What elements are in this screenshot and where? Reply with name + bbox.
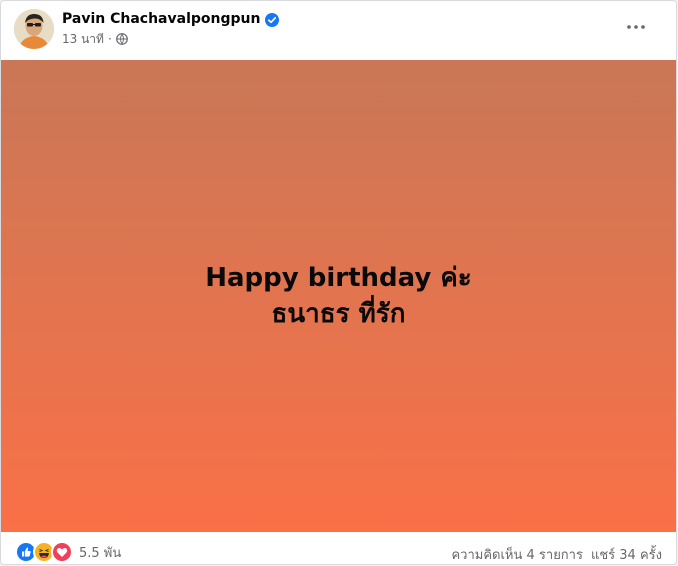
verified-badge-icon bbox=[265, 12, 280, 27]
post-header: Pavin Chachavalpongpun 13 นาที · bbox=[1, 1, 676, 61]
avatar-image bbox=[14, 9, 54, 49]
more-options-icon bbox=[627, 25, 645, 29]
more-options-button[interactable] bbox=[618, 13, 654, 41]
post-meta: 13 นาที · bbox=[62, 31, 128, 47]
author-name[interactable]: Pavin Chachavalpongpun bbox=[62, 11, 260, 27]
post-text: Happy birthday ค่ะ ธนาธร ที่รัก bbox=[205, 260, 472, 332]
reaction-count: 5.5 พัน bbox=[79, 545, 122, 561]
author-line: Pavin Chachavalpongpun bbox=[62, 9, 280, 29]
love-icon bbox=[51, 541, 73, 563]
comments-count[interactable]: ความคิดเห็น 4 รายการ bbox=[451, 544, 583, 564]
author-avatar[interactable] bbox=[14, 9, 54, 49]
meta-separator: · bbox=[107, 32, 112, 46]
post-time[interactable]: 13 นาที bbox=[62, 30, 104, 49]
post-card: Pavin Chachavalpongpun 13 นาที · Happy b… bbox=[0, 0, 677, 565]
post-background[interactable]: Happy birthday ค่ะ ธนาธร ที่รัก bbox=[1, 60, 676, 532]
globe-icon[interactable] bbox=[115, 33, 128, 45]
shares-count[interactable]: แชร์ 34 ครั้ง bbox=[591, 544, 662, 564]
post-footer: 5.5 พัน ความคิดเห็น 4 รายการ แชร์ 34 ครั… bbox=[1, 532, 676, 564]
post-text-line-1: Happy birthday ค่ะ bbox=[205, 263, 472, 293]
post-text-line-2: ธนาธร ที่รัก bbox=[271, 299, 406, 329]
reactions-summary[interactable]: 5.5 พัน bbox=[15, 541, 122, 563]
reaction-icons bbox=[15, 541, 73, 563]
post-stats: ความคิดเห็น 4 รายการ แชร์ 34 ครั้ง bbox=[451, 544, 662, 564]
